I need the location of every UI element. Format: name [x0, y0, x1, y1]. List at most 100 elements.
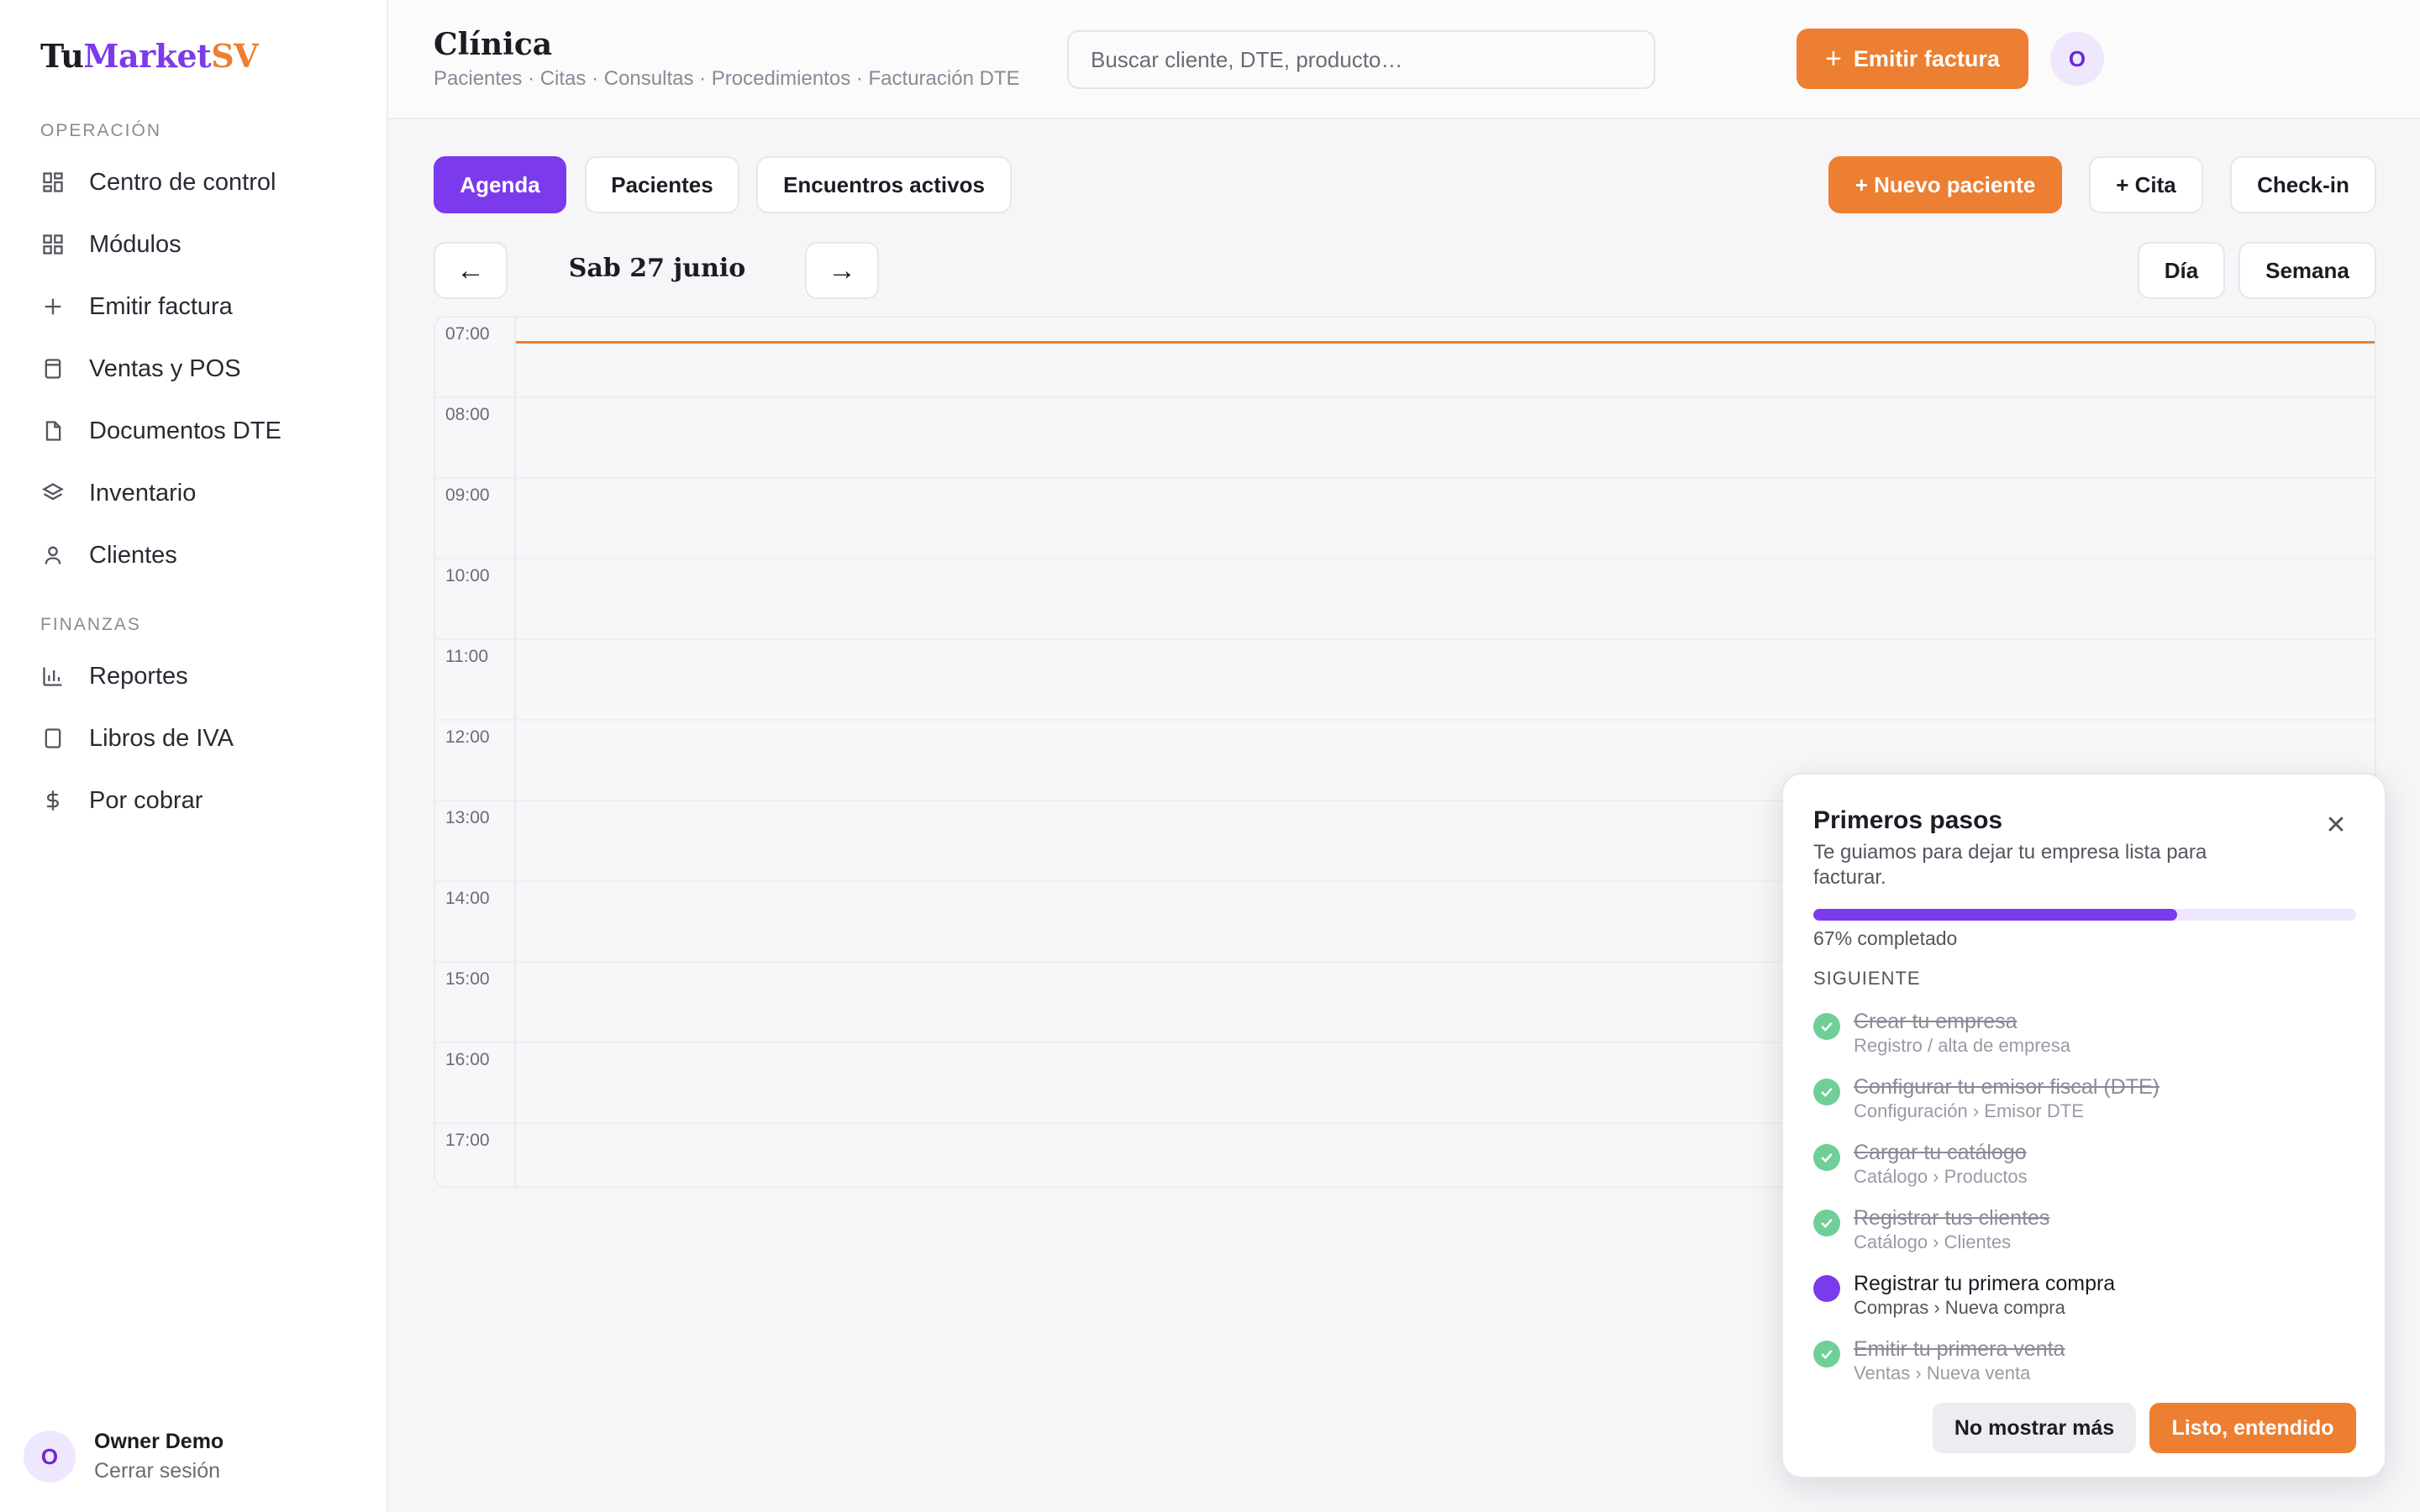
current-step-dot-icon [1813, 1275, 1840, 1302]
sidebar-item-label: Reportes [89, 662, 188, 690]
avatar[interactable]: O [2050, 32, 2104, 86]
sidebar-item-ventas-pos[interactable]: Ventas y POS [29, 343, 361, 395]
hour-row[interactable]: 08:00 [435, 398, 2375, 479]
step-subtitle: Ventas › Nueva venta [1854, 1362, 2031, 1383]
current-time-line [516, 341, 2375, 344]
step-title: Registrar tus clientes [1854, 1206, 2050, 1230]
check-icon [1813, 1079, 1840, 1105]
brand-part-tu: Tu [40, 37, 84, 75]
step-title: Registrar tu primera compra [1854, 1272, 2116, 1295]
user-block[interactable]: O Owner Demo Cerrar sesión [24, 1430, 224, 1483]
page-title: Clínica [434, 27, 553, 62]
view-week-button[interactable]: Semana [2238, 242, 2376, 299]
check-icon [1813, 1013, 1840, 1040]
sidebar-item-clientes[interactable]: Clientes [29, 529, 361, 581]
sidebar-item-label: Por cobrar [89, 786, 203, 814]
user-name: Owner Demo [94, 1430, 224, 1453]
sidebar-item-emitir-factura[interactable]: Emitir factura [29, 281, 361, 333]
nav-section-finanzas: FINANZAS [40, 615, 141, 634]
sidebar-item-label: Documentos DTE [89, 417, 281, 444]
avatar: O [24, 1431, 76, 1483]
layers-icon [40, 480, 66, 506]
hour-label: 16:00 [445, 1050, 490, 1069]
step-title: Crear tu empresa [1854, 1010, 2018, 1033]
sidebar-item-modulos[interactable]: Módulos [29, 218, 361, 270]
new-appointment-button[interactable]: + Cita [2089, 156, 2203, 213]
onboarding-title: Primeros pasos [1813, 806, 2003, 834]
dollar-icon [40, 788, 66, 813]
sidebar-item-label: Clientes [89, 541, 177, 569]
check-icon [1813, 1210, 1840, 1236]
brand-logo[interactable]: TuMarketSV [40, 37, 259, 75]
sidebar: TuMarketSV OPERACIÓN Centro de control M… [0, 0, 388, 1512]
hour-label: 07:00 [445, 324, 490, 344]
plus-icon: + [1825, 43, 1842, 75]
sidebar-item-label: Ventas y POS [89, 354, 241, 382]
dont-show-again-button[interactable]: No mostrar más [1933, 1403, 2136, 1453]
grid-icon [40, 232, 66, 257]
logout-link[interactable]: Cerrar sesión [94, 1459, 224, 1483]
step-subtitle: Registro / alta de empresa [1854, 1035, 2071, 1056]
hour-label: 10:00 [445, 566, 490, 585]
user-text: Owner Demo Cerrar sesión [94, 1430, 224, 1483]
onboarding-step[interactable]: Registrar tus clientes Catálogo › Client… [1813, 1203, 2351, 1262]
step-title: Configurar tu emisor fiscal (DTE) [1854, 1075, 2160, 1099]
hour-label: 12:00 [445, 727, 490, 747]
step-subtitle: Compras › Nueva compra [1854, 1297, 2065, 1318]
sidebar-item-label: Centro de control [89, 168, 276, 196]
document-icon [40, 418, 66, 444]
hour-label: 15:00 [445, 969, 490, 989]
onboarding-step[interactable]: Configurar tu emisor fiscal (DTE) Config… [1813, 1072, 2351, 1131]
step-title: Emitir tu primera venta [1854, 1337, 2065, 1361]
view-day-button[interactable]: Día [2138, 242, 2225, 299]
tab-agenda[interactable]: Agenda [434, 156, 566, 213]
page-subtitle: Pacientes · Citas · Consultas · Procedim… [434, 67, 1020, 90]
checkin-button[interactable]: Check-in [2230, 156, 2376, 213]
current-date: Sab 27 junio [568, 254, 746, 283]
new-patient-button[interactable]: + Nuevo paciente [1828, 156, 2062, 213]
hour-row[interactable]: 09:00 [435, 479, 2375, 559]
check-icon [1813, 1341, 1840, 1368]
onboarding-next-label: SIGUIENTE [1813, 968, 1921, 989]
emit-invoice-button[interactable]: + Emitir factura [1797, 29, 2028, 89]
sidebar-item-por-cobrar[interactable]: Por cobrar [29, 774, 361, 827]
hour-label: 14:00 [445, 889, 490, 908]
sidebar-item-documentos-dte[interactable]: Documentos DTE [29, 405, 361, 457]
plus-icon [40, 294, 66, 319]
onboarding-step[interactable]: Emitir tu primera venta Ventas › Nueva v… [1813, 1334, 2351, 1393]
got-it-button[interactable]: Listo, entendido [2149, 1403, 2356, 1453]
hour-label: 11:00 [445, 647, 488, 666]
hour-row[interactable]: 07:00 [435, 318, 2375, 398]
hour-row[interactable]: 11:00 [435, 640, 2375, 721]
onboarding-step[interactable]: Crear tu empresa Registro / alta de empr… [1813, 1006, 2351, 1065]
sidebar-item-label: Módulos [89, 230, 182, 258]
onboarding-description: Te guiamos para dejar tu empresa lista p… [1813, 841, 2207, 889]
sidebar-item-inventario[interactable]: Inventario [29, 467, 361, 519]
prev-day-button[interactable]: ← [434, 242, 508, 299]
sidebar-item-label: Libros de IVA [89, 724, 234, 752]
sidebar-item-label: Inventario [89, 479, 197, 507]
tab-encuentros-activos[interactable]: Encuentros activos [756, 156, 1012, 213]
search-input[interactable] [1067, 30, 1655, 89]
bar-chart-icon [40, 664, 66, 689]
dashboard-icon [40, 170, 66, 195]
onboarding-step-current[interactable]: Registrar tu primera compra Compras › Nu… [1813, 1268, 2351, 1327]
next-day-button[interactable]: → [805, 242, 879, 299]
sidebar-item-label: Emitir factura [89, 292, 233, 320]
close-icon[interactable]: ✕ [2321, 810, 2351, 840]
onboarding-step[interactable]: Cargar tu catálogo Catálogo › Productos [1813, 1137, 2351, 1196]
sidebar-item-centro-de-control[interactable]: Centro de control [29, 156, 361, 208]
tab-pacientes[interactable]: Pacientes [585, 156, 739, 213]
hour-row[interactable]: 10:00 [435, 559, 2375, 640]
sidebar-item-libros-iva[interactable]: Libros de IVA [29, 712, 361, 764]
sidebar-item-reportes[interactable]: Reportes [29, 650, 361, 702]
onboarding-progress-label: 67% completado [1813, 927, 1958, 949]
nav-section-operacion: OPERACIÓN [40, 121, 162, 140]
top-header: Clínica Pacientes · Citas · Consultas · … [388, 0, 2420, 119]
hour-label: 08:00 [445, 405, 490, 424]
step-subtitle: Catálogo › Clientes [1854, 1231, 2012, 1252]
user-icon [40, 543, 66, 568]
step-subtitle: Configuración › Emisor DTE [1854, 1100, 2084, 1121]
hour-label: 09:00 [445, 486, 490, 505]
hour-label: 13:00 [445, 808, 490, 827]
